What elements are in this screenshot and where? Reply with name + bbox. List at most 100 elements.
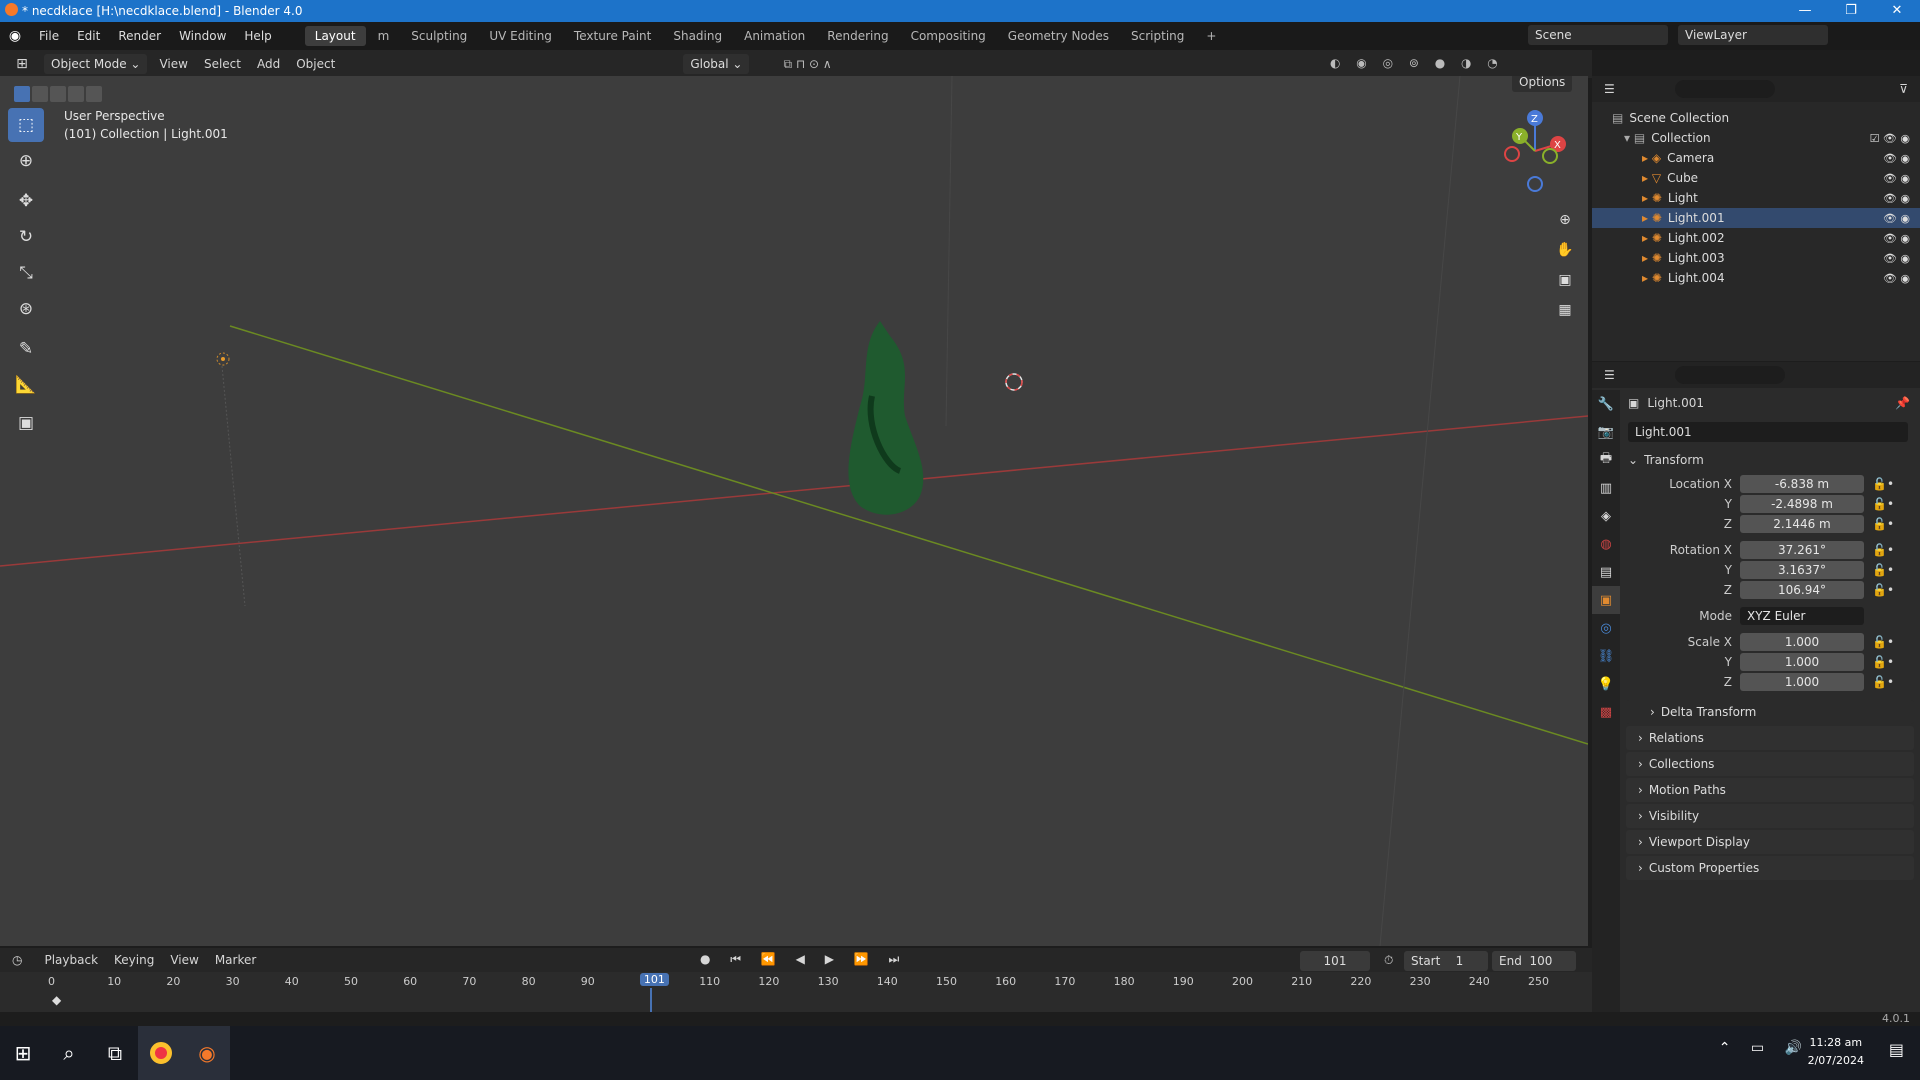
lock-icon[interactable]: 🔓• (1872, 477, 1894, 491)
tab-texture-paint[interactable]: Texture Paint (564, 26, 661, 46)
rotation-y-field[interactable]: 3.1637° (1740, 561, 1864, 579)
select-box-tool-icon[interactable]: ⬚ (8, 108, 44, 142)
measure-tool-icon[interactable]: 📐 (8, 368, 44, 402)
location-y-field[interactable]: -2.4898 m (1740, 495, 1864, 513)
rotate-tool-icon[interactable]: ↻ (8, 220, 44, 254)
object-datablock-field[interactable]: Light.001 (1628, 422, 1908, 442)
render-tab-icon[interactable]: 📷 (1592, 418, 1620, 446)
outliner-item-light[interactable]: ▸ ✺ Light 👁 ◉ (1592, 188, 1920, 208)
shading-buttons[interactable]: ◐ ◉ ◎ ⊚ ● ◑ ◔ (1330, 56, 1504, 70)
transform-panel-header[interactable]: ⌄ Transform (1628, 446, 1920, 474)
move-tool-icon[interactable]: ✥ (8, 184, 44, 218)
panel-relations[interactable]: › Relations (1626, 726, 1914, 750)
location-x-field[interactable]: -6.838 m (1740, 475, 1864, 493)
physics-tab-icon[interactable]: ◎ (1592, 614, 1620, 642)
search-icon[interactable]: ⌕ (46, 1026, 92, 1080)
menu-view[interactable]: View (151, 57, 195, 71)
visibility-icon[interactable]: 👁 ◉ (1883, 252, 1910, 265)
rotation-x-field[interactable]: 37.261° (1740, 541, 1864, 559)
scale-z-field[interactable]: 1.000 (1740, 673, 1864, 691)
perspective-grid-icon[interactable]: ▦ (1551, 296, 1579, 324)
system-tray-icons[interactable]: ⌃ ▭ 🔊 (1719, 1040, 1810, 1056)
tab-m[interactable]: m (368, 26, 400, 46)
outliner-item-light-001[interactable]: ▸ ✺ Light.001 👁 ◉ (1592, 208, 1920, 228)
menu-help[interactable]: Help (235, 29, 280, 43)
outliner-item-light-002[interactable]: ▸ ✺ Light.002 👁 ◉ (1592, 228, 1920, 248)
panel-viewport-display[interactable]: › Viewport Display (1626, 830, 1914, 854)
menu-file[interactable]: File (30, 29, 68, 43)
menu-edit[interactable]: Edit (68, 29, 109, 43)
editor-type-icon[interactable]: ⊞ (0, 56, 44, 72)
collection-row[interactable]: ▾ ▤ Collection ☑ 👁 ◉ (1592, 128, 1920, 148)
rotation-z-field[interactable]: 106.94° (1740, 581, 1864, 599)
outliner-item-cube[interactable]: ▸ ▽ Cube 👁 ◉ (1592, 168, 1920, 188)
object-tab-icon[interactable]: ▣ (1592, 586, 1620, 614)
panel-visibility[interactable]: › Visibility (1626, 804, 1914, 828)
notifications-icon[interactable]: ▤ (1889, 1040, 1904, 1059)
chrome-icon[interactable] (138, 1026, 184, 1080)
world-tab-icon[interactable]: ◍ (1592, 530, 1620, 558)
outliner-editor-icon[interactable]: ☰ (1604, 82, 1615, 96)
annotate-tool-icon[interactable]: ✎ (8, 332, 44, 366)
scene-collection-row[interactable]: ▤ Scene Collection (1592, 108, 1920, 128)
orientation-dropdown[interactable]: Global ⌄ (683, 54, 750, 74)
visibility-icon[interactable]: 👁 ◉ (1883, 212, 1910, 225)
view-layer-tab-icon[interactable]: ▥ (1592, 474, 1620, 502)
tab-compositing[interactable]: Compositing (901, 26, 996, 46)
outliner-item-camera[interactable]: ▸ ◈ Camera 👁 ◉ (1592, 148, 1920, 168)
outliner-item-light-003[interactable]: ▸ ✺ Light.003 👁 ◉ (1592, 248, 1920, 268)
panel-collections[interactable]: › Collections (1626, 752, 1914, 776)
tab-layout[interactable]: Layout (304, 26, 366, 46)
navigation-gizmo[interactable]: Z X Y (1490, 106, 1580, 196)
tab-rendering[interactable]: Rendering (817, 26, 898, 46)
menu-add[interactable]: Add (249, 57, 288, 71)
lock-icon[interactable]: 🔓• (1872, 517, 1894, 531)
menu-keying[interactable]: Keying (106, 953, 162, 967)
mode-dropdown[interactable]: Object Mode ⌄ (44, 54, 148, 74)
task-view-icon[interactable]: ⧉ (92, 1026, 138, 1080)
collection-tab-icon[interactable]: ▤ (1592, 558, 1620, 586)
panel-delta-transform[interactable]: › Delta Transform (1626, 700, 1914, 724)
tab-animation[interactable]: Animation (734, 26, 815, 46)
playback-controls[interactable]: ● ⏮ ⏪ ◀ ▶ ⏩ ⏭ (700, 952, 907, 967)
lock-icon[interactable]: 🔓• (1872, 563, 1894, 577)
scale-x-field[interactable]: 1.000 (1740, 633, 1864, 651)
menu-window[interactable]: Window (170, 29, 235, 43)
output-tab-icon[interactable]: 🖶 (1592, 446, 1620, 474)
end-frame-field[interactable]: End 100 (1492, 951, 1576, 971)
rotation-mode-dropdown[interactable]: XYZ Euler (1740, 607, 1864, 625)
properties-editor-icon[interactable]: ☰ (1604, 368, 1615, 382)
object-data-tab-icon[interactable]: 💡 (1592, 670, 1620, 698)
timeline-ruler[interactable]: 0102030405060708090100110120130140150160… (0, 972, 1592, 1028)
viewlayer-selector[interactable]: ViewLayer (1678, 25, 1828, 45)
zoom-icon[interactable]: ⊕ (1551, 206, 1579, 234)
lock-icon[interactable]: 🔓• (1872, 497, 1894, 511)
location-z-field[interactable]: 2.1446 m (1740, 515, 1864, 533)
start-frame-field[interactable]: Start 1 (1404, 951, 1488, 971)
tab-uv-editing[interactable]: UV Editing (479, 26, 562, 46)
keyframe-icon[interactable]: ◆ (52, 993, 61, 1007)
pan-hand-icon[interactable]: ✋ (1551, 236, 1579, 264)
current-frame-field[interactable]: 101 (1300, 951, 1370, 971)
panel-custom-properties[interactable]: › Custom Properties (1626, 856, 1914, 880)
timer-icon[interactable]: ⏱ (1384, 953, 1393, 968)
outliner-search-input[interactable] (1674, 80, 1775, 98)
menu-select[interactable]: Select (196, 57, 249, 71)
close-button[interactable]: ✕ (1874, 0, 1920, 22)
transform-tool-icon[interactable]: ⊛ (8, 292, 44, 326)
constraints-tab-icon[interactable]: ⛓ (1592, 642, 1620, 670)
visibility-icon[interactable]: 👁 ◉ (1883, 152, 1910, 165)
maximize-button[interactable]: ❐ (1828, 0, 1874, 22)
texture-tab-icon[interactable]: ▩ (1592, 698, 1620, 726)
lock-icon[interactable]: 🔓• (1872, 583, 1894, 597)
scale-y-field[interactable]: 1.000 (1740, 653, 1864, 671)
add-cube-tool-icon[interactable]: ▣ (8, 406, 44, 440)
outliner-item-light-004[interactable]: ▸ ✺ Light.004 👁 ◉ (1592, 268, 1920, 288)
minimize-button[interactable]: — (1782, 0, 1828, 22)
tab-sculpting[interactable]: Sculpting (401, 26, 477, 46)
pin-icon[interactable]: 📌 (1895, 396, 1910, 410)
scale-tool-icon[interactable]: ⤡ (8, 256, 44, 290)
menu-render[interactable]: Render (109, 29, 170, 43)
options-dropdown[interactable]: Options (1512, 76, 1573, 92)
select-mode-buttons[interactable] (14, 86, 102, 102)
